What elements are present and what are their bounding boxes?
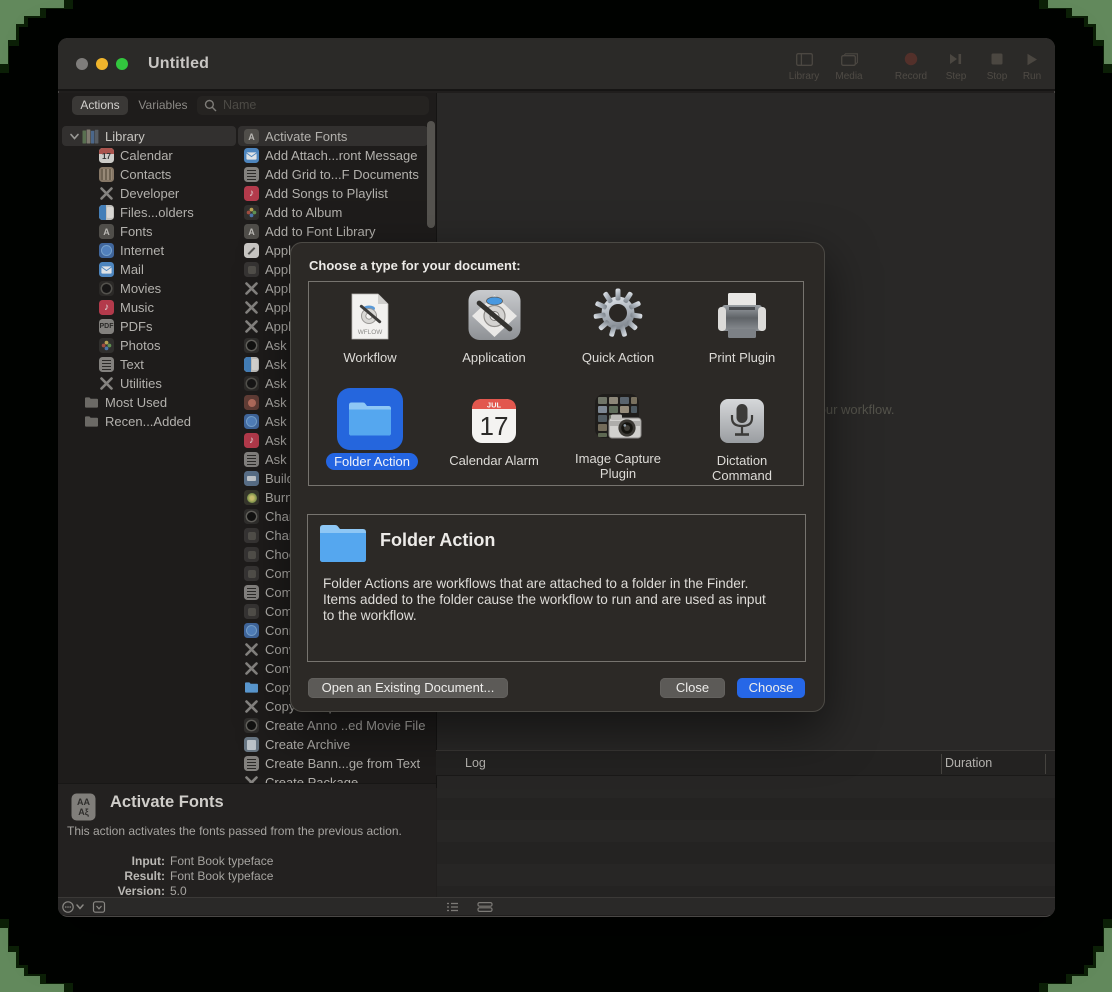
svg-text:JUL: JUL (487, 401, 502, 410)
svg-text:WFLOW: WFLOW (358, 329, 383, 336)
svg-text:AA: AA (77, 797, 90, 807)
svg-text:17: 17 (480, 411, 509, 441)
svg-text:Aξ: Aξ (78, 807, 89, 817)
